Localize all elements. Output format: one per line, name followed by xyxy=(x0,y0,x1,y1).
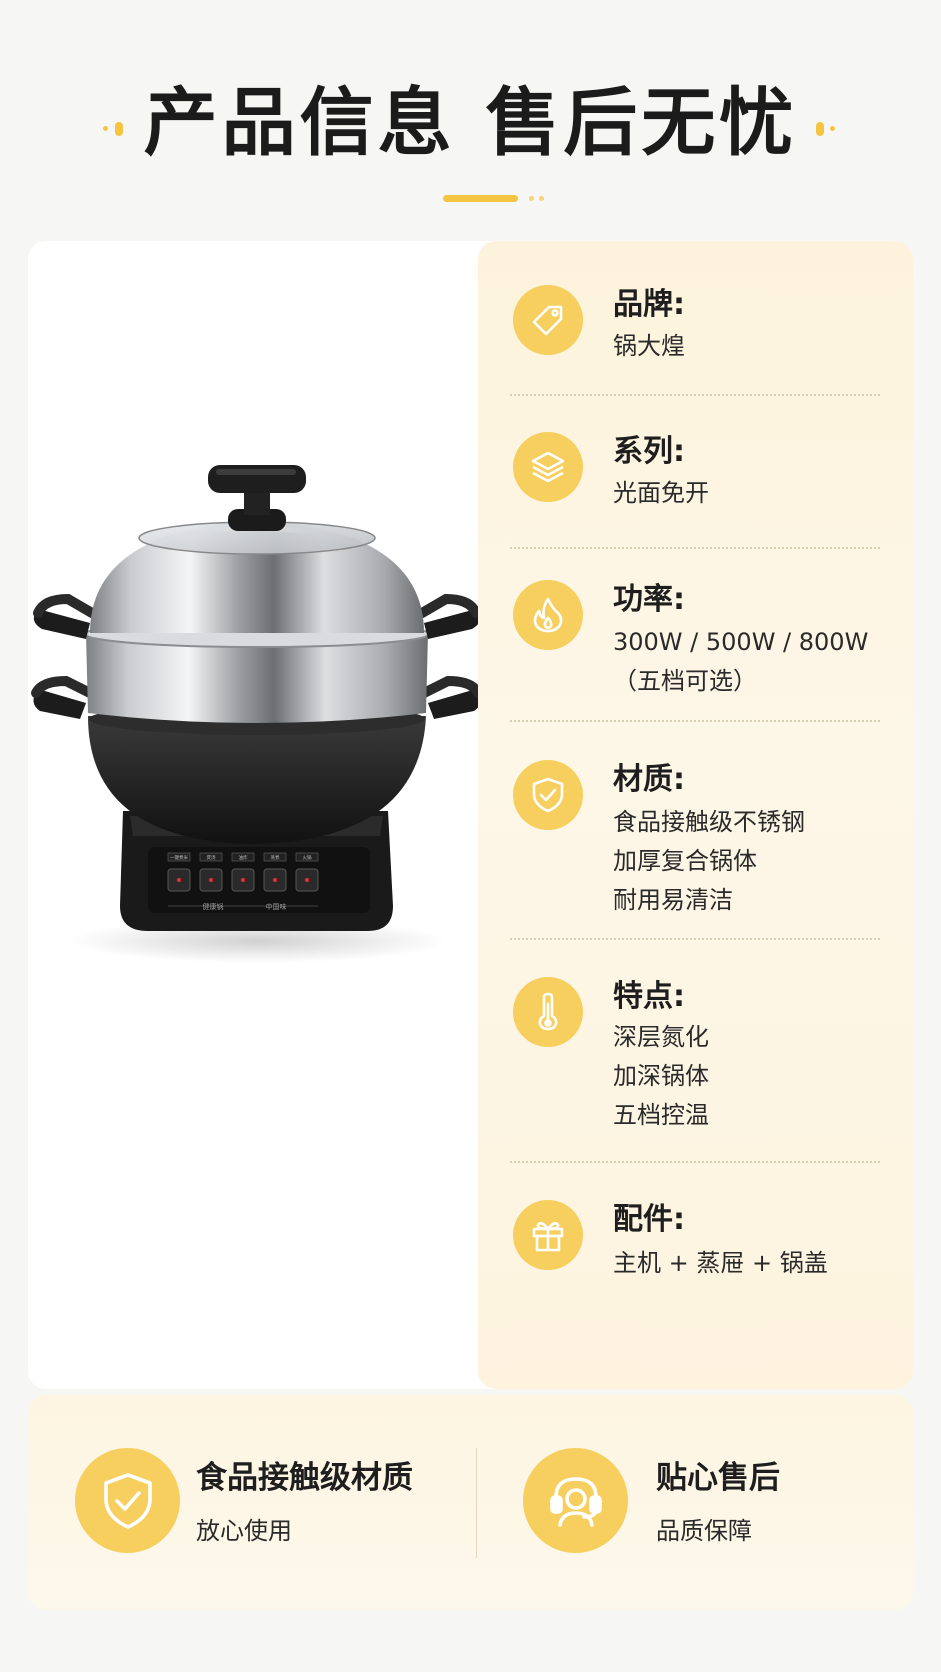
guarantee-subtitle: 放心使用 xyxy=(196,1517,292,1545)
spec-value: 食品接触级不锈钢 加厚复合锅体 耐用易清洁 xyxy=(613,803,805,920)
spec-value-line: 五档控温 xyxy=(613,1101,709,1129)
guarantee-title: 贴心售后 xyxy=(656,1460,780,1496)
guarantee-subtitle: 品质保障 xyxy=(656,1517,752,1545)
spec-label: 功率: xyxy=(613,582,685,617)
spec-value: 光面免开 xyxy=(613,474,709,513)
spec-label: 特点: xyxy=(613,979,685,1014)
panel-label: 油炸 xyxy=(239,854,248,861)
spec-label: 配件: xyxy=(613,1202,685,1237)
base-label: 中国味 xyxy=(266,902,287,911)
spec-list: 品牌: 锅大煌 系列: 光面免开 功率: 300W / 500W / 800W … xyxy=(478,241,913,1389)
shield-check-icon xyxy=(513,760,583,830)
shield-check-icon xyxy=(75,1448,180,1553)
spec-value-line: 主机 + 蒸屉 + 锅盖 xyxy=(613,1249,828,1277)
spec-label: 系列: xyxy=(613,434,685,469)
divider xyxy=(476,1448,477,1558)
spec-value-line: 加深锅体 xyxy=(613,1062,709,1090)
spec-value: 300W / 500W / 800W （五档可选） xyxy=(613,623,868,701)
divider xyxy=(510,938,880,940)
guarantee-strip: 食品接触级材质 放心使用 贴心售后 品质保障 xyxy=(28,1395,913,1610)
divider xyxy=(510,394,880,396)
gift-icon xyxy=(513,1200,583,1270)
thermometer-icon xyxy=(513,977,583,1047)
spec-value: 深层氮化 加深锅体 五档控温 xyxy=(613,1018,709,1135)
title-decoration-right xyxy=(816,122,838,136)
spec-label: 品牌: xyxy=(613,287,685,322)
product-image: 一键煮米 煲汤 油炸 蒸煮 火锅 健康锅 中国味 xyxy=(28,241,483,1389)
panel-label: 煲汤 xyxy=(207,854,216,861)
layers-icon xyxy=(513,432,583,502)
title-underline xyxy=(443,195,553,202)
spec-value-line: 光面免开 xyxy=(613,479,709,507)
divider xyxy=(510,1161,880,1163)
spec-value: 主机 + 蒸屉 + 锅盖 xyxy=(613,1244,828,1283)
spec-value-line: 锅大煌 xyxy=(613,332,685,360)
panel-label: 火锅 xyxy=(303,854,312,861)
spec-value-line: 食品接触级不锈钢 xyxy=(613,808,805,836)
base-label: 健康锅 xyxy=(203,902,224,911)
spec-value-line: （五档可选） xyxy=(613,667,757,695)
spec-value-line: 300W / 500W / 800W xyxy=(613,628,869,656)
spec-value-line: 耐用易清洁 xyxy=(613,886,733,914)
guarantee-title: 食品接触级材质 xyxy=(196,1460,413,1496)
spec-value-line: 深层氮化 xyxy=(613,1023,709,1051)
spec-label: 材质: xyxy=(613,762,685,797)
panel-label: 一键煮米 xyxy=(170,854,188,861)
tag-icon xyxy=(513,285,583,355)
electric-hot-pot-illustration: 一键煮米 煲汤 油炸 蒸煮 火锅 健康锅 中国味 xyxy=(31,465,483,963)
flame-icon xyxy=(513,580,583,650)
divider xyxy=(510,720,880,722)
product-info-card: 一键煮米 煲汤 油炸 蒸煮 火锅 健康锅 中国味 品牌: 锅大煌 系列: 光面免… xyxy=(28,241,913,1389)
guarantee-service: 贴心售后 品质保障 xyxy=(478,1395,913,1610)
guarantee-material: 食品接触级材质 放心使用 xyxy=(28,1395,468,1610)
divider xyxy=(510,547,880,549)
page-title: 产品信息 售后无忧 xyxy=(143,80,798,166)
spec-value: 锅大煌 xyxy=(613,327,685,366)
spec-value-line: 加厚复合锅体 xyxy=(613,847,757,875)
page-header: 产品信息 售后无忧 xyxy=(0,0,941,230)
panel-label: 蒸煮 xyxy=(271,854,280,861)
headset-support-icon xyxy=(523,1448,628,1553)
